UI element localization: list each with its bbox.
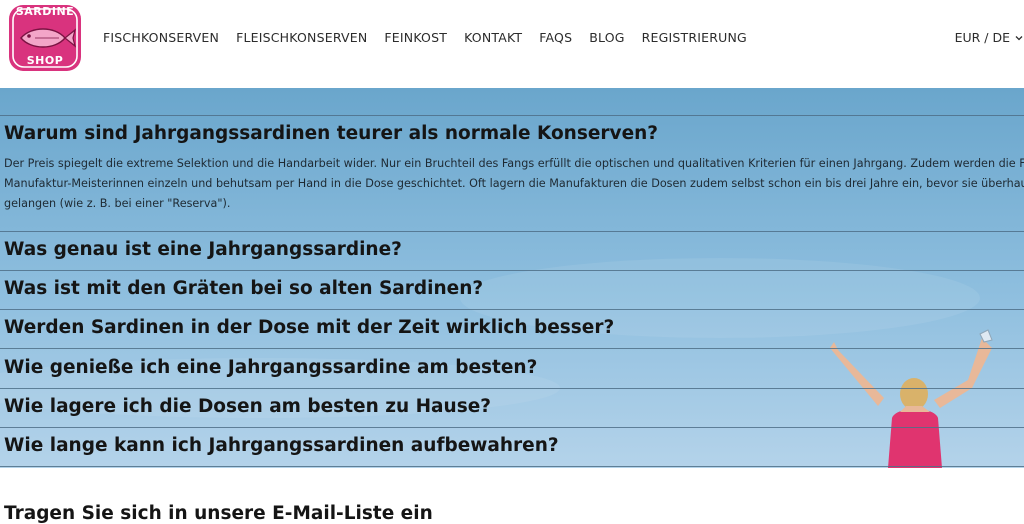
faq-divider: [0, 348, 1024, 349]
main-nav: FISCHKONSERVEN FLEISCHKONSERVEN FEINKOST…: [103, 30, 764, 45]
faq-question[interactable]: Was genau ist eine Jahrgangssardine?: [4, 239, 402, 260]
faq-divider: [0, 309, 1024, 310]
faq-answer-line: Manufaktur-Meisterinnen einzeln und behu…: [4, 177, 1024, 190]
nav-faqs[interactable]: FAQS: [539, 30, 572, 45]
faq-question[interactable]: Was ist mit den Gräten bei so alten Sard…: [4, 278, 483, 299]
faq-divider: [0, 466, 1024, 467]
faq-answer-line: gelangen (wie z. B. bei einer "Reserva")…: [4, 197, 231, 210]
faq-divider: [0, 427, 1024, 428]
faq-question[interactable]: Werden Sardinen in der Dose mit der Zeit…: [4, 317, 614, 338]
nav-registrierung[interactable]: REGISTRIERUNG: [642, 30, 747, 45]
nav-feinkost[interactable]: FEINKOST: [384, 30, 447, 45]
faq-answer-line: Der Preis spiegelt die extreme Selektion…: [4, 157, 1024, 170]
logo-top-text: SARDINE: [15, 5, 75, 18]
faq-divider: [0, 388, 1024, 389]
currency-language-selector[interactable]: EUR / DE: [955, 30, 1024, 45]
faq-question[interactable]: Wie lange kann ich Jahrgangssardinen auf…: [4, 435, 559, 456]
site-header: SARDINE SHOP FISCHKONSERVEN FLEISCHKONSE…: [0, 0, 1024, 88]
faq-question[interactable]: Wie genieße ich eine Jahrgangssardine am…: [4, 357, 537, 378]
faq-divider: [0, 270, 1024, 271]
faq-divider: [0, 115, 1024, 116]
faq-question-open[interactable]: Warum sind Jahrgangssardinen teurer als …: [4, 123, 658, 144]
chevron-down-icon: [1015, 35, 1023, 40]
locale-label: EUR / DE: [954, 30, 1010, 45]
logo-bottom-text: SHOP: [26, 54, 64, 67]
nav-kontakt[interactable]: KONTAKT: [464, 30, 522, 45]
faq-question[interactable]: Wie lagere ich die Dosen am besten zu Ha…: [4, 396, 491, 417]
nav-fischkonserven[interactable]: FISCHKONSERVEN: [103, 30, 219, 45]
woman-celebrating-image: [830, 329, 993, 468]
newsletter-heading: Tragen Sie sich in unsere E-Mail-Liste e…: [4, 503, 433, 524]
faq-divider: [0, 231, 1024, 232]
sardine-shop-logo[interactable]: SARDINE SHOP: [7, 2, 83, 74]
nav-blog[interactable]: BLOG: [589, 30, 624, 45]
nav-fleischkonserven[interactable]: FLEISCHKONSERVEN: [236, 30, 367, 45]
faq-hero-section: Warum sind Jahrgangssardinen teurer als …: [0, 88, 1024, 468]
faq-answer: Der Preis spiegelt die extreme Selektion…: [4, 154, 1024, 214]
